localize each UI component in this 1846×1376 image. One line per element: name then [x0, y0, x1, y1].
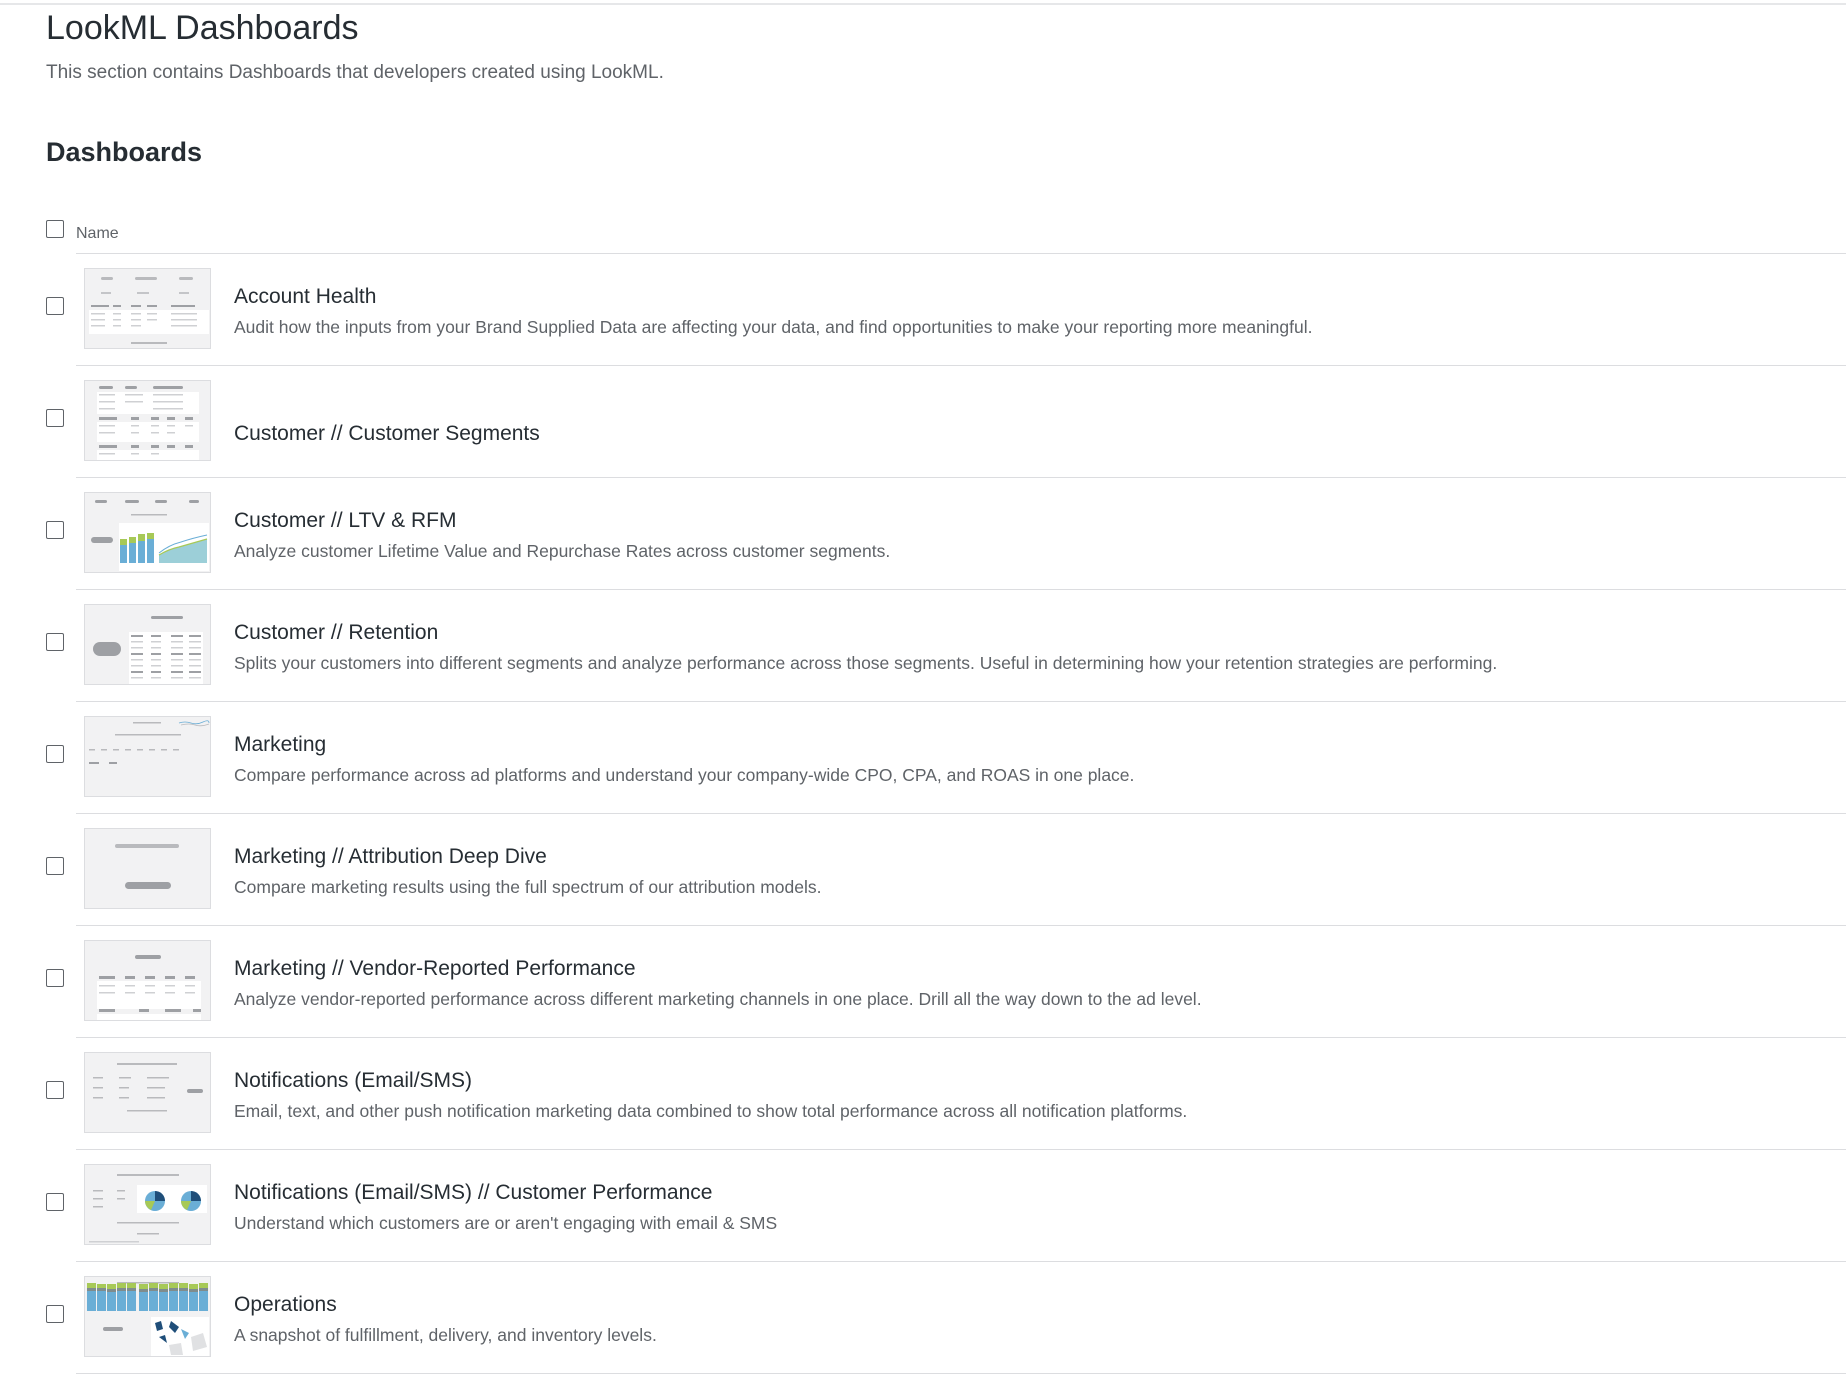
row-checkbox[interactable] — [46, 297, 64, 315]
dashboard-row[interactable]: Marketing // Vendor-Reported Performance… — [0, 926, 1846, 1038]
dashboard-title[interactable]: Customer // LTV & RFM — [234, 508, 456, 534]
dashboard-description: Understand which customers are or aren't… — [234, 1213, 778, 1233]
dashboard-row[interactable]: Customer // LTV & RFM Analyze customer L… — [0, 478, 1846, 590]
dashboard-thumbnail[interactable] — [84, 380, 211, 461]
dashboard-description: A snapshot of fulfillment, delivery, and… — [234, 1325, 657, 1345]
row-checkbox[interactable] — [46, 857, 64, 875]
dashboard-description: Splits your customers into different seg… — [234, 653, 1498, 673]
page-title: LookML Dashboards — [46, 9, 359, 47]
dashboard-title[interactable]: Notifications (Email/SMS) — [234, 1068, 472, 1094]
dashboard-row[interactable]: Account Health Audit how the inputs from… — [0, 254, 1846, 366]
row-divider — [76, 1373, 1846, 1374]
row-checkbox[interactable] — [46, 409, 64, 427]
dashboard-row[interactable]: Marketing // Attribution Deep Dive Compa… — [0, 814, 1846, 926]
row-checkbox[interactable] — [46, 1081, 64, 1099]
dashboard-list: Account Health Audit how the inputs from… — [0, 254, 1846, 1374]
dashboard-title[interactable]: Marketing // Vendor-Reported Performance — [234, 956, 636, 982]
dashboard-title[interactable]: Customer // Customer Segments — [234, 421, 540, 447]
dashboard-row[interactable]: Notifications (Email/SMS) // Customer Pe… — [0, 1150, 1846, 1262]
dashboard-description: Email, text, and other push notification… — [234, 1101, 1188, 1121]
table-header: Name — [46, 218, 1846, 254]
dashboard-description: Audit how the inputs from your Brand Sup… — [234, 317, 1313, 337]
dashboard-thumbnail[interactable] — [84, 492, 211, 573]
dashboard-thumbnail[interactable] — [84, 268, 211, 349]
row-checkbox[interactable] — [46, 745, 64, 763]
column-header-name[interactable]: Name — [76, 225, 119, 243]
select-all-checkbox[interactable] — [46, 220, 64, 238]
dashboard-description: Compare marketing results using the full… — [234, 877, 822, 897]
dashboard-row[interactable]: Customer // Customer Segments — [0, 366, 1846, 478]
row-checkbox[interactable] — [46, 1193, 64, 1211]
page-subtitle: This section contains Dashboards that de… — [46, 62, 664, 83]
dashboard-thumbnail[interactable] — [84, 604, 211, 685]
row-checkbox[interactable] — [46, 521, 64, 539]
dashboard-title[interactable]: Marketing — [234, 732, 326, 758]
section-title: Dashboards — [46, 137, 203, 167]
dashboard-title[interactable]: Account Health — [234, 284, 376, 310]
row-checkbox[interactable] — [46, 969, 64, 987]
dashboard-thumbnail[interactable] — [84, 828, 211, 909]
dashboard-thumbnail[interactable] — [84, 1164, 211, 1245]
dashboard-row[interactable]: Notifications (Email/SMS) Email, text, a… — [0, 1038, 1846, 1150]
dashboard-title[interactable]: Notifications (Email/SMS) // Customer Pe… — [234, 1180, 712, 1206]
dashboard-description: Analyze customer Lifetime Value and Repu… — [234, 541, 891, 561]
dashboard-title[interactable]: Marketing // Attribution Deep Dive — [234, 844, 547, 870]
dashboard-title[interactable]: Operations — [234, 1292, 337, 1318]
dashboard-row[interactable]: Operations A snapshot of fulfillment, de… — [0, 1262, 1846, 1374]
dashboard-thumbnail[interactable] — [84, 940, 211, 1021]
row-checkbox[interactable] — [46, 1305, 64, 1323]
dashboard-row[interactable]: Customer // Retention Splits your custom… — [0, 590, 1846, 702]
dashboard-row[interactable]: Marketing Compare performance across ad … — [0, 702, 1846, 814]
top-border — [0, 3, 1846, 5]
dashboard-thumbnail[interactable] — [84, 716, 211, 797]
dashboard-description: Compare performance across ad platforms … — [234, 765, 1135, 785]
dashboard-thumbnail[interactable] — [84, 1052, 211, 1133]
dashboard-thumbnail[interactable] — [84, 1276, 211, 1357]
row-checkbox[interactable] — [46, 633, 64, 651]
dashboard-title[interactable]: Customer // Retention — [234, 620, 438, 646]
dashboard-description: Analyze vendor-reported performance acro… — [234, 989, 1202, 1009]
